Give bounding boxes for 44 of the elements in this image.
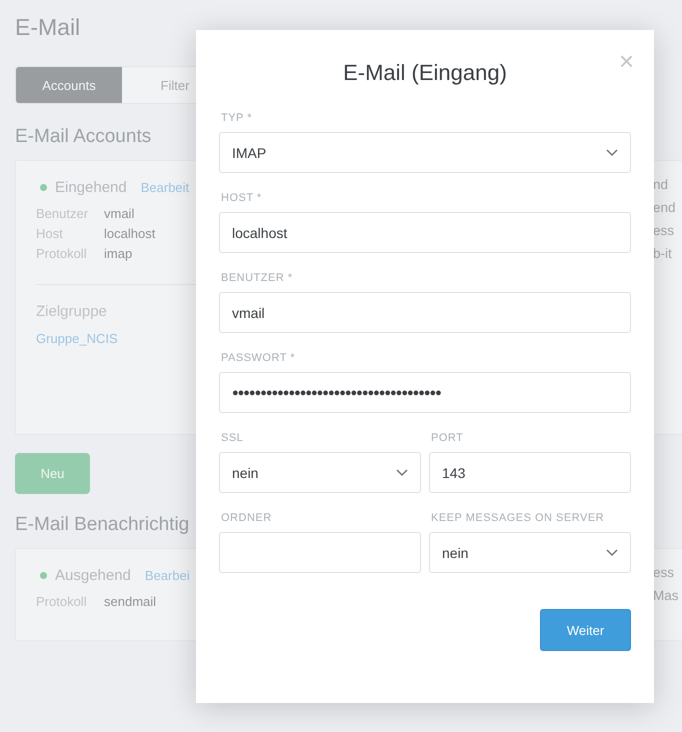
new-button[interactable]: Neu <box>15 453 90 494</box>
tab[interactable]: Accounts <box>16 67 122 103</box>
next-button[interactable]: Weiter <box>540 609 631 651</box>
status-dot <box>40 572 47 579</box>
section-heading: E-Mail Accounts <box>15 126 152 148</box>
select-field[interactable]: nein <box>429 532 631 573</box>
field-label: ORDNER <box>221 512 273 524</box>
card-text: b-it <box>653 246 672 261</box>
group-link[interactable]: Gruppe_NCIS <box>36 331 118 346</box>
input-field[interactable]: localhost <box>219 212 631 253</box>
chevron-down-icon <box>606 548 618 556</box>
input-field[interactable] <box>219 532 421 573</box>
modal-title: E-Mail (Eingang) <box>343 60 507 86</box>
select-field[interactable]: nein <box>219 452 421 493</box>
field-label: KEEP MESSAGES ON SERVER <box>431 512 606 524</box>
field-label: TYP * <box>221 112 254 124</box>
chevron-down-icon <box>396 468 408 476</box>
detail-value: imap <box>104 245 132 263</box>
detail-value: vmail <box>104 205 134 223</box>
card-text: ess <box>653 223 674 238</box>
card-text: end <box>653 200 676 215</box>
detail-value: localhost <box>104 225 156 243</box>
card-text: Mas <box>653 588 679 603</box>
detail-value: sendmail <box>104 593 156 611</box>
field-label: HOST * <box>221 192 263 204</box>
field-label: SSL <box>221 432 244 444</box>
page-title: E-Mail <box>15 14 82 42</box>
field-label: PORT <box>431 432 464 444</box>
edit-link[interactable]: Bearbei <box>144 568 190 583</box>
input-field[interactable]: 143 <box>429 452 631 493</box>
edit-link[interactable]: Bearbeit <box>140 180 190 195</box>
status-dot <box>40 184 47 191</box>
status-label: Eingehend <box>55 179 127 196</box>
field-label: PASSWORT * <box>221 352 296 364</box>
select-field[interactable]: IMAP <box>219 132 631 173</box>
section-heading: E-Mail Benachrichtig <box>15 514 190 536</box>
status-label: Ausgehend <box>55 567 131 584</box>
password-field[interactable]: ●●●●●●●●●●●●●●●●●●●●●●●●●●●●●●●●●●●●● <box>219 372 631 413</box>
input-field[interactable]: vmail <box>219 292 631 333</box>
close-button[interactable]: × <box>618 48 634 74</box>
chevron-down-icon <box>606 148 618 156</box>
card-text: ess <box>653 565 674 580</box>
field-label: BENUTZER * <box>221 272 294 284</box>
card-text: nd <box>653 177 668 192</box>
